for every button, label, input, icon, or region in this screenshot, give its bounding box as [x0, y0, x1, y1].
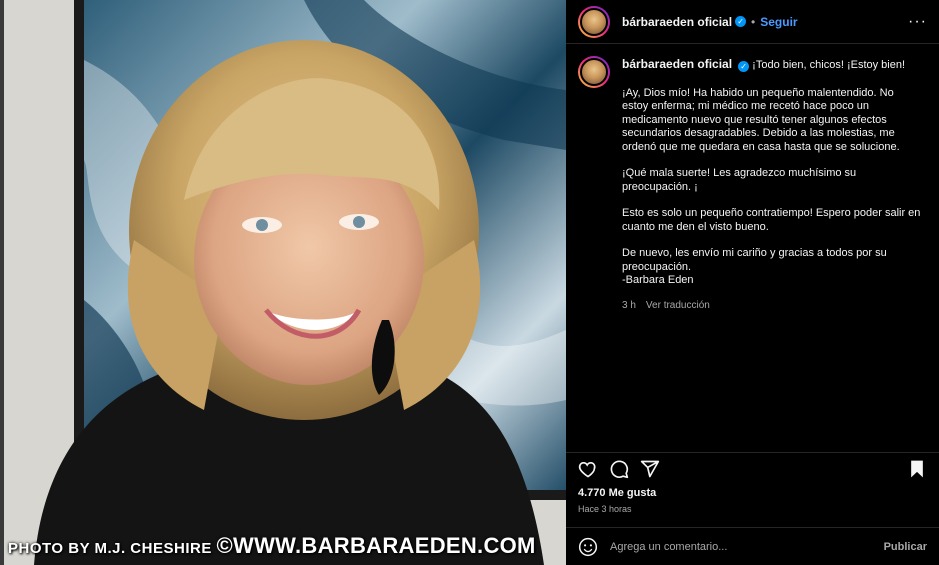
- caption-age: 3 h: [622, 299, 636, 311]
- caption-headline-text: ¡Todo bien, chicos! ¡Estoy bien!: [752, 59, 906, 71]
- caption-paragraph: ¡Qué mala suerte! Les agradezco muchísim…: [622, 167, 857, 193]
- caption: bárbaraeden oficial ✓ ¡Todo bien, chicos…: [578, 56, 927, 313]
- caption-paragraph: ¡Ay, Dios mío! Ha habido un pequeño male…: [622, 86, 900, 153]
- caption-headline: bárbaraeden oficial ✓ ¡Todo bien, chicos…: [622, 57, 922, 73]
- post-photo[interactable]: PHOTO BY M.J. CHESHIRE ©WWW.BARBARAEDEN.…: [4, 0, 566, 565]
- follow-button[interactable]: Seguir: [760, 15, 797, 29]
- avatar[interactable]: [578, 5, 610, 38]
- caption-avatar[interactable]: [578, 56, 610, 88]
- post-header: bárbaraeden oficial ✓ • Seguir ···: [566, 0, 939, 44]
- comments-area[interactable]: bárbaraeden oficial ✓ ¡Todo bien, chicos…: [566, 44, 939, 444]
- action-bar: [566, 452, 939, 484]
- comment-bar: Publicar: [566, 527, 939, 565]
- verified-badge-icon: ✓: [738, 61, 750, 73]
- heart-icon[interactable]: [578, 459, 598, 479]
- caption-paragraph: De nuevo, les envío mi cariño y gracias …: [622, 247, 887, 286]
- portrait-image: [4, 0, 566, 565]
- caption-meta: 3 h Ver traducción: [622, 299, 922, 313]
- post-time: Hace 3 horas: [578, 504, 632, 514]
- bookmark-icon[interactable]: [907, 459, 927, 479]
- publish-button[interactable]: Publicar: [884, 541, 927, 553]
- emoji-icon[interactable]: [578, 537, 598, 557]
- photo-credit-watermark: PHOTO BY M.J. CHESHIRE ©WWW.BARBARAEDEN.…: [8, 533, 536, 558]
- verified-badge-icon: ✓: [735, 16, 747, 27]
- username-link[interactable]: bárbaraeden oficial: [622, 15, 732, 29]
- caption-paragraph: Esto es solo un pequeño contratiempo! Es…: [622, 207, 921, 233]
- share-icon[interactable]: [640, 459, 660, 479]
- comment-input[interactable]: [610, 540, 874, 553]
- comment-icon[interactable]: [609, 459, 629, 479]
- caption-username[interactable]: bárbaraeden oficial: [622, 57, 732, 71]
- post-side-panel: bárbaraeden oficial ✓ • Seguir ··· bárba…: [566, 0, 939, 565]
- more-options-icon[interactable]: ···: [908, 13, 927, 31]
- separator-dot: •: [751, 14, 756, 29]
- see-translation-link[interactable]: Ver traducción: [646, 299, 710, 313]
- likes-count[interactable]: 4.770 Me gusta: [578, 487, 656, 499]
